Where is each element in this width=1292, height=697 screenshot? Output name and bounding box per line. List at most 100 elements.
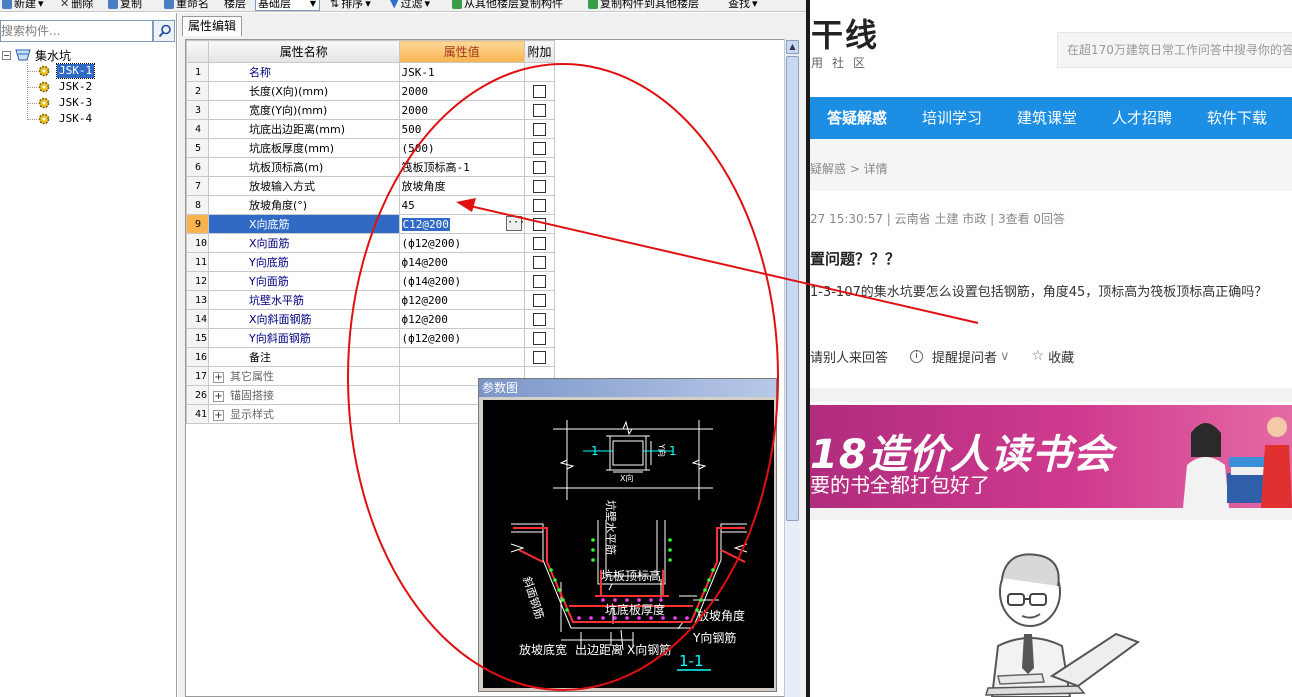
property-value-text[interactable]: (ф14@200) xyxy=(402,275,462,288)
expand-icon[interactable]: + xyxy=(212,372,224,383)
table-row[interactable]: 13 坑壁水平筋 ф12@200 xyxy=(186,290,798,310)
scroll-up-icon[interactable]: ▲ xyxy=(786,40,799,54)
extra-checkbox[interactable] xyxy=(533,198,547,212)
more-options-button[interactable]: ··· xyxy=(506,216,524,231)
property-name[interactable]: Y向斜面钢筋 xyxy=(207,328,400,348)
site-search-input[interactable]: 在超170万建筑日常工作问答中搜寻你的答 xyxy=(1057,32,1292,68)
property-value[interactable]: (ф14@200) xyxy=(398,271,526,291)
extra-checkbox-cell[interactable] xyxy=(524,328,556,348)
column-header-extra[interactable]: 附加 xyxy=(524,40,556,63)
tree-item-jsk-3[interactable]: JSK-3 xyxy=(38,95,94,111)
tree-root-sump-pit[interactable]: − 集水坑 xyxy=(2,47,71,63)
extra-checkbox[interactable] xyxy=(533,179,547,193)
search-button[interactable] xyxy=(153,20,175,42)
property-value[interactable]: (ф12@200) xyxy=(398,233,526,253)
table-row[interactable]: 1 名称 JSK-1 xyxy=(186,62,798,82)
component-search-input[interactable]: 搜索构件... xyxy=(0,20,153,42)
property-name[interactable]: 坑底板厚度(mm) xyxy=(207,138,400,158)
property-value[interactable]: ф12@200 xyxy=(398,309,526,329)
extra-checkbox[interactable] xyxy=(533,160,547,174)
copy-from-floor-button[interactable]: 从其他楼层复制构件 xyxy=(452,0,563,11)
collect-button[interactable]: ☆ 收藏 xyxy=(1032,347,1075,366)
extra-checkbox[interactable] xyxy=(533,122,547,136)
property-name[interactable]: 名称 xyxy=(207,62,400,82)
property-value-text[interactable]: 2000 xyxy=(402,85,429,98)
table-row[interactable]: 15 Y向斜面钢筋 (ф12@200) xyxy=(186,328,798,348)
copy-button[interactable]: 复制 xyxy=(108,0,142,11)
table-row[interactable]: 10 X向面筋 (ф12@200) xyxy=(186,233,798,253)
delete-button[interactable]: ✕ 删除 xyxy=(60,0,93,11)
extra-checkbox[interactable] xyxy=(533,217,547,231)
property-value-text[interactable]: (ф12@200) xyxy=(402,237,462,250)
nav-item-jobs[interactable]: 人才招聘 xyxy=(1112,97,1172,139)
reading-club-banner[interactable]: 18造价人读书会 要的书全都打包好了 xyxy=(810,405,1292,508)
sort-button[interactable]: ⇅ 排序 ▾ xyxy=(330,0,371,11)
property-name[interactable]: 坑壁水平筋 xyxy=(207,290,400,310)
property-name[interactable]: X向底筋 xyxy=(207,214,400,234)
nav-item-qa[interactable]: 答疑解惑 xyxy=(827,97,887,139)
extra-checkbox-cell[interactable] xyxy=(524,233,556,253)
tree-item-jsk-2[interactable]: JSK-2 xyxy=(38,79,94,95)
extra-checkbox[interactable] xyxy=(533,236,547,250)
extra-checkbox[interactable] xyxy=(533,274,547,288)
extra-checkbox-cell[interactable] xyxy=(524,62,556,82)
group-name[interactable]: + 锚固搭接 xyxy=(207,385,400,405)
extra-checkbox-cell[interactable] xyxy=(524,195,556,215)
property-value[interactable]: JSK-1 xyxy=(398,62,526,82)
property-value[interactable]: ф14@200 xyxy=(398,252,526,272)
table-row[interactable]: 3 宽度(Y向)(mm) 2000 xyxy=(186,100,798,120)
property-value[interactable]: 放坡角度 xyxy=(398,176,526,196)
table-row[interactable]: 12 Y向面筋 (ф14@200) xyxy=(186,271,798,291)
filter-button[interactable]: ▼ 过滤 ▾ xyxy=(390,0,430,11)
floor-select[interactable]: 基础层 ▼ xyxy=(255,0,320,11)
extra-checkbox-cell[interactable] xyxy=(524,157,556,177)
expand-icon[interactable]: + xyxy=(212,410,224,421)
nav-item-training[interactable]: 培训学习 xyxy=(922,97,982,139)
property-value[interactable]: ф12@200 xyxy=(398,290,526,310)
table-row[interactable]: 8 放坡角度(°) 45 xyxy=(186,195,798,215)
table-row[interactable]: 6 坑板顶标高(m) 筏板顶标高-1 xyxy=(186,157,798,177)
nav-item-classroom[interactable]: 建筑课堂 xyxy=(1017,97,1077,139)
tree-item-jsk-1[interactable]: JSK-1 xyxy=(38,63,96,79)
property-value-text[interactable]: ф12@200 xyxy=(402,294,448,307)
extra-checkbox[interactable] xyxy=(533,141,547,155)
property-name[interactable]: 长度(X向)(mm) xyxy=(207,81,400,101)
collapse-icon[interactable]: − xyxy=(2,50,11,60)
extra-checkbox-cell[interactable] xyxy=(524,252,556,272)
property-name[interactable]: X向面筋 xyxy=(207,233,400,253)
property-value[interactable] xyxy=(398,347,526,367)
property-value[interactable]: 45 xyxy=(398,195,526,215)
tree-item-jsk-4[interactable]: JSK-4 xyxy=(38,111,94,127)
property-value-text[interactable]: 500 xyxy=(402,123,422,136)
property-value[interactable]: 2000 xyxy=(398,100,526,120)
table-row[interactable]: 16 备注 xyxy=(186,347,798,367)
extra-checkbox[interactable] xyxy=(533,293,547,307)
extra-checkbox[interactable] xyxy=(533,255,547,269)
property-name[interactable]: 放坡输入方式 xyxy=(207,176,400,196)
extra-checkbox-cell[interactable] xyxy=(524,271,556,291)
table-row[interactable]: 4 坑底出边距离(mm) 500 xyxy=(186,119,798,139)
extra-checkbox[interactable] xyxy=(533,350,547,364)
property-value-text[interactable]: JSK-1 xyxy=(402,66,435,79)
extra-checkbox[interactable] xyxy=(533,312,547,326)
column-header-name[interactable]: 属性名称 xyxy=(207,40,400,63)
column-header-value[interactable]: 属性值 xyxy=(398,40,526,63)
property-value-text[interactable]: 2000 xyxy=(402,104,429,117)
property-value-text[interactable]: 筏板顶标高-1 xyxy=(402,161,470,174)
table-row[interactable]: 9 X向底筋 C12@200 ··· xyxy=(186,214,798,234)
property-value[interactable]: C12@200 ··· xyxy=(398,214,526,234)
copy-to-floor-button[interactable]: 复制构件到其他楼层 xyxy=(588,0,699,11)
extra-checkbox[interactable] xyxy=(533,84,547,98)
property-value[interactable]: 2000 xyxy=(398,81,526,101)
table-row[interactable]: 7 放坡输入方式 放坡角度 xyxy=(186,176,798,196)
extra-checkbox-cell[interactable] xyxy=(524,81,556,101)
property-name[interactable]: 坑底出边距离(mm) xyxy=(207,119,400,139)
table-row[interactable]: 2 长度(X向)(mm) 2000 xyxy=(186,81,798,101)
extra-checkbox-cell[interactable] xyxy=(524,347,556,367)
extra-checkbox-cell[interactable] xyxy=(524,214,556,234)
invite-answer-button[interactable]: 请别人来回答 xyxy=(810,347,888,366)
property-name[interactable]: 备注 xyxy=(207,347,400,367)
property-name[interactable]: Y向底筋 xyxy=(207,252,400,272)
property-value-text[interactable]: ф12@200 xyxy=(402,313,448,326)
property-value-text[interactable]: 45 xyxy=(402,199,415,212)
